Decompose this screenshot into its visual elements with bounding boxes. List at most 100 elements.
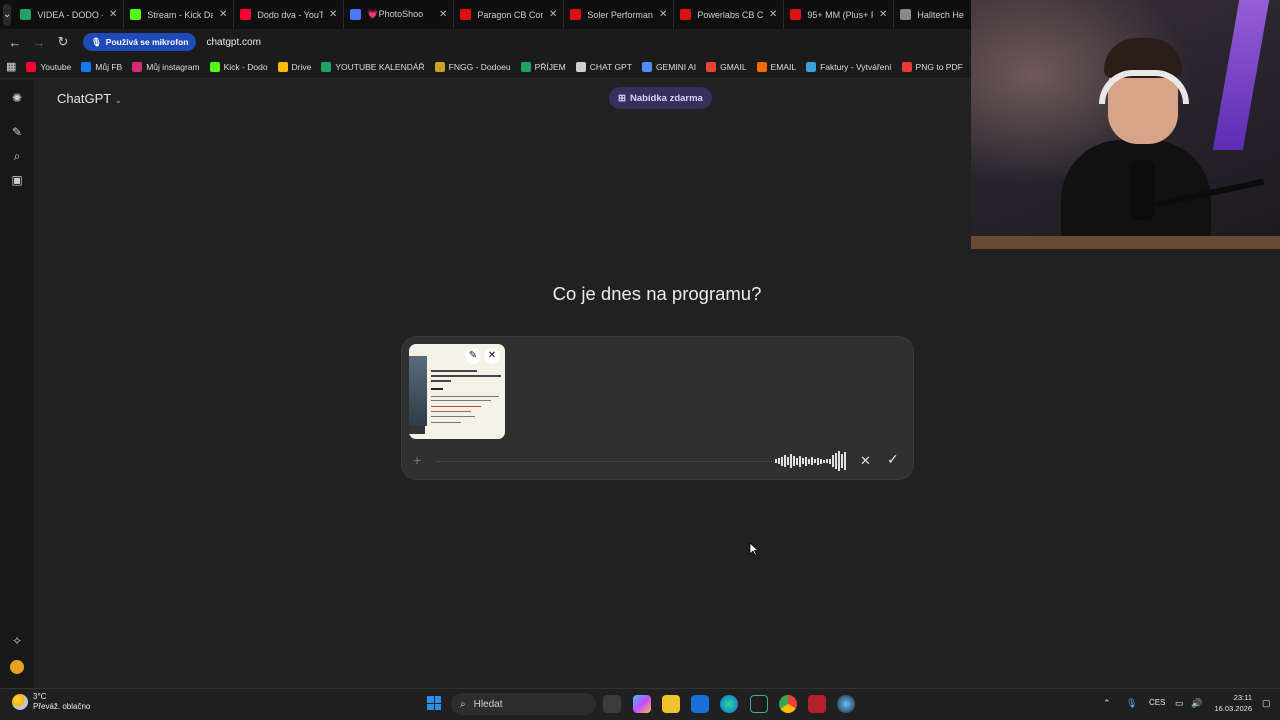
mouse-cursor (749, 542, 759, 556)
browser-tab[interactable]: 95+ MM (Plus+ Pe ✕ (784, 0, 895, 29)
taskbar-search[interactable]: ⌕ Hledat (451, 693, 596, 715)
bookmark-item[interactable]: Můj instagram (132, 61, 200, 72)
waveform-bar (829, 458, 831, 464)
attachment-thumbnail[interactable]: ✎ ✕ (409, 344, 505, 439)
search-placeholder: Hledat (473, 698, 503, 710)
tab-search-button[interactable]: ⌄ (3, 3, 12, 26)
sparkle-icon[interactable]: ✧ (10, 634, 24, 648)
weather-widget[interactable]: 3°C Převáž. oblačno (33, 692, 90, 712)
audio-waveform (775, 450, 846, 472)
close-tab-icon[interactable]: ✕ (109, 9, 117, 20)
browser-tab[interactable]: VIDEA - DODO - ✕ (14, 0, 125, 29)
obs-icon[interactable] (808, 695, 826, 713)
network-icon[interactable]: ▭ (1175, 698, 1184, 709)
waveform-bar (778, 458, 780, 464)
bookmark-icon (81, 61, 92, 72)
edit-icon[interactable]: ✎ (465, 348, 481, 364)
steam-icon[interactable] (837, 695, 855, 713)
close-tab-icon[interactable]: ✕ (329, 9, 337, 20)
bookmark-icon (434, 61, 445, 72)
browser-tab[interactable]: Powerlabs CB Cor ✕ (674, 0, 785, 29)
tab-title: Dodo dva - YouTu (257, 9, 323, 20)
close-tab-icon[interactable]: ✕ (219, 9, 227, 20)
back-icon[interactable]: ← (3, 35, 27, 50)
bookmark-item[interactable]: PNG to PDF (901, 61, 963, 72)
browser-tab[interactable]: Paragon CB Conv ✕ (454, 0, 565, 29)
waveform-bar (787, 457, 789, 465)
bookmark-item[interactable]: CHAT GPT (575, 61, 632, 72)
library-icon[interactable]: ▣ (10, 173, 24, 187)
bookmark-item[interactable]: FNGG - Dodoeu (434, 61, 511, 72)
openai-logo-icon[interactable]: ✺ (10, 91, 24, 105)
close-tab-icon[interactable]: ✕ (879, 9, 887, 20)
waveform-bar (826, 459, 828, 463)
bookmark-label: Můj instagram (146, 61, 200, 72)
browser-tab[interactable]: Stream - Kick Das ✕ (124, 0, 235, 29)
browser-tab[interactable]: 💗PhotoShoo ✕ (344, 0, 455, 29)
time: 23:11 (1233, 693, 1252, 702)
page-title: Co je dnes na programu? (552, 283, 762, 304)
tab-title: Paragon CB Conv (477, 9, 543, 20)
model-selector[interactable]: ChatGPT ⌄ (57, 91, 122, 106)
weather-icon[interactable] (12, 694, 28, 710)
start-button[interactable] (427, 696, 441, 710)
bookmark-item[interactable]: GEMINI AI (641, 61, 696, 72)
bookmark-item[interactable]: Můj FB (81, 61, 123, 72)
forward-icon[interactable]: → (27, 35, 51, 50)
bookmark-icon (756, 61, 767, 72)
search-chats-icon[interactable]: ⌕ (10, 149, 24, 163)
volume-icon[interactable]: 🔊 (1191, 698, 1202, 709)
terminal-icon[interactable] (750, 695, 768, 713)
chrome-icon[interactable] (779, 695, 797, 713)
waveform-bar (802, 458, 804, 464)
confirm-recording-icon[interactable]: ✓ (887, 451, 899, 468)
bookmark-item[interactable]: Kick - Dodo (209, 61, 268, 72)
new-chat-icon[interactable]: ✎ (10, 125, 24, 139)
bookmark-item[interactable]: PŘÍJEM (520, 61, 566, 72)
bookmark-item[interactable]: GMAIL (706, 61, 747, 72)
close-icon[interactable]: ✕ (484, 348, 500, 364)
waveform-bar (820, 458, 822, 464)
add-attachment-icon[interactable]: + (413, 452, 421, 468)
language-indicator[interactable]: CES (1149, 698, 1165, 707)
apps-grid-icon[interactable]: ▦ (6, 60, 16, 73)
temperature: 3°C (33, 692, 47, 701)
close-tab-icon[interactable]: ✕ (659, 9, 667, 20)
close-tab-icon[interactable]: ✕ (549, 9, 557, 20)
bookmark-item[interactable]: Youtube (26, 61, 71, 72)
address-bar: ← → ↻ 🎙 Používá se mikrofon chatgpt.com (0, 29, 972, 55)
browser-tab[interactable]: Soler Performanc ✕ (564, 0, 675, 29)
close-tab-icon[interactable]: ✕ (769, 9, 777, 20)
bookmark-item[interactable]: Faktury - Vytváření (806, 61, 892, 72)
bookmark-item[interactable]: YOUTUBE KALENDÁŘ (321, 61, 425, 72)
free-offer-button[interactable]: ⊞ Nabídka zdarma (609, 87, 712, 109)
cancel-recording-icon[interactable]: ✕ (860, 453, 871, 469)
microphone-tray-icon[interactable]: 🎙 (1126, 698, 1137, 709)
copilot-icon[interactable] (633, 695, 651, 713)
chevron-down-icon: ⌄ (114, 95, 123, 105)
bookmark-item[interactable]: Drive (277, 61, 311, 72)
browser-tab[interactable]: Dodo dva - YouTu ✕ (234, 0, 345, 29)
close-tab-icon[interactable]: ✕ (439, 9, 447, 20)
file-explorer-icon[interactable] (662, 695, 680, 713)
bookmark-icon (806, 61, 817, 72)
waveform-bar (844, 452, 846, 470)
reload-icon[interactable]: ↻ (51, 34, 75, 50)
clock[interactable]: 23:11 16.03.2026 (1212, 692, 1252, 714)
microphone-in-use-badge[interactable]: 🎙 Používá se mikrofon (83, 33, 197, 51)
bookmark-label: Můj FB (95, 61, 123, 72)
url-field[interactable]: chatgpt.com (206, 37, 260, 48)
waveform-bar (775, 459, 777, 463)
tray-overflow-icon[interactable]: ⌃ (1103, 698, 1111, 709)
tab-favicon-icon (130, 9, 142, 20)
avatar[interactable] (10, 660, 24, 674)
sidebar: ✺ ✎ ⌕ ▣ ✧ (0, 80, 34, 688)
task-view-icon[interactable] (603, 695, 621, 713)
notifications-icon[interactable]: ▢ (1262, 698, 1271, 709)
waveform-bar (793, 456, 795, 466)
bookmark-item[interactable]: EMAIL (756, 61, 796, 72)
outlook-icon[interactable] (691, 695, 709, 713)
bookmark-icon (520, 61, 531, 72)
bookmark-label: CHAT GPT (589, 61, 632, 72)
edge-icon[interactable] (720, 695, 738, 713)
